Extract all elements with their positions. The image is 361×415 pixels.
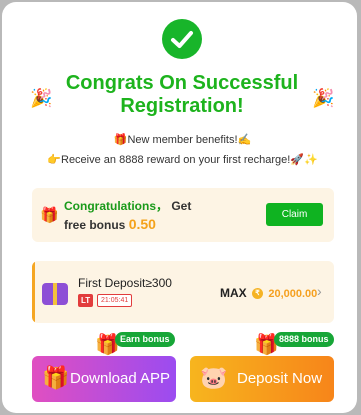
sparkle-icon: ✨ [304, 154, 318, 166]
first-deposit-card[interactable]: First Deposit≥300 LT 21:05:41 MAX ₹ 20,0… [32, 261, 334, 323]
pen-icon: ✍ [237, 134, 252, 146]
benefit-text-2: Receive an 8888 reward on your first rec… [61, 154, 291, 166]
free-bonus-card: 🎁 Congratulations， Get free bonus 0.50 C… [32, 188, 334, 242]
piggy-bank-icon: 🐷 [200, 365, 228, 390]
max-reward: MAX ₹ 20,000.00 [220, 286, 317, 300]
coin-icon: ₹ [252, 288, 264, 300]
download-app-button[interactable]: 🎁 Download APP [32, 356, 176, 402]
gift-icon: 🎁 [113, 134, 128, 146]
check-circle-icon [162, 19, 202, 59]
party-popper-icon: 🎉 [30, 88, 53, 108]
bonus-badge: 8888 bonus [274, 332, 334, 347]
deposit-now-button[interactable]: 🐷 Deposit Now [190, 356, 334, 402]
gift-box-icon [42, 283, 68, 305]
benefit-text-1: New member benefits! [127, 134, 238, 146]
claim-button[interactable]: Claim [266, 203, 323, 226]
congratulations-label: Congratulations， [64, 199, 168, 213]
benefit-line-1: 🎁New member benefits!✍ [2, 133, 361, 146]
dialog-title: Congrats On Successful Registration! [65, 72, 299, 117]
max-label: MAX [220, 286, 247, 300]
deposit-now-label: Deposit Now [237, 370, 323, 387]
registration-success-dialog: 🎉 🎉 Congrats On Successful Registration!… [2, 2, 357, 413]
party-popper-icon: 🎉 [312, 88, 335, 108]
download-app-label: Download APP [70, 370, 171, 387]
lt-badge: LT [78, 294, 94, 307]
gift-icon: 🎁 [42, 365, 70, 390]
max-amount: 20,000.00 [268, 288, 318, 300]
free-bonus-amount: 0.50 [128, 216, 156, 232]
chevron-right-icon[interactable]: › [317, 283, 322, 299]
rocket-icon: 🚀 [290, 154, 304, 166]
free-bonus-text: Congratulations， Get free bonus 0.50 [64, 197, 214, 234]
first-deposit-title: First Deposit≥300 [78, 276, 172, 290]
card-accent-bar [32, 261, 35, 323]
countdown-timer: 21:05:41 [97, 294, 133, 307]
gift-icon: 🎁 [40, 207, 59, 224]
pointing-hand-icon: 👉 [47, 154, 61, 166]
benefit-line-2: 👉Receive an 8888 reward on your first re… [2, 153, 361, 166]
earn-bonus-badge: Earn bonus [115, 332, 175, 347]
